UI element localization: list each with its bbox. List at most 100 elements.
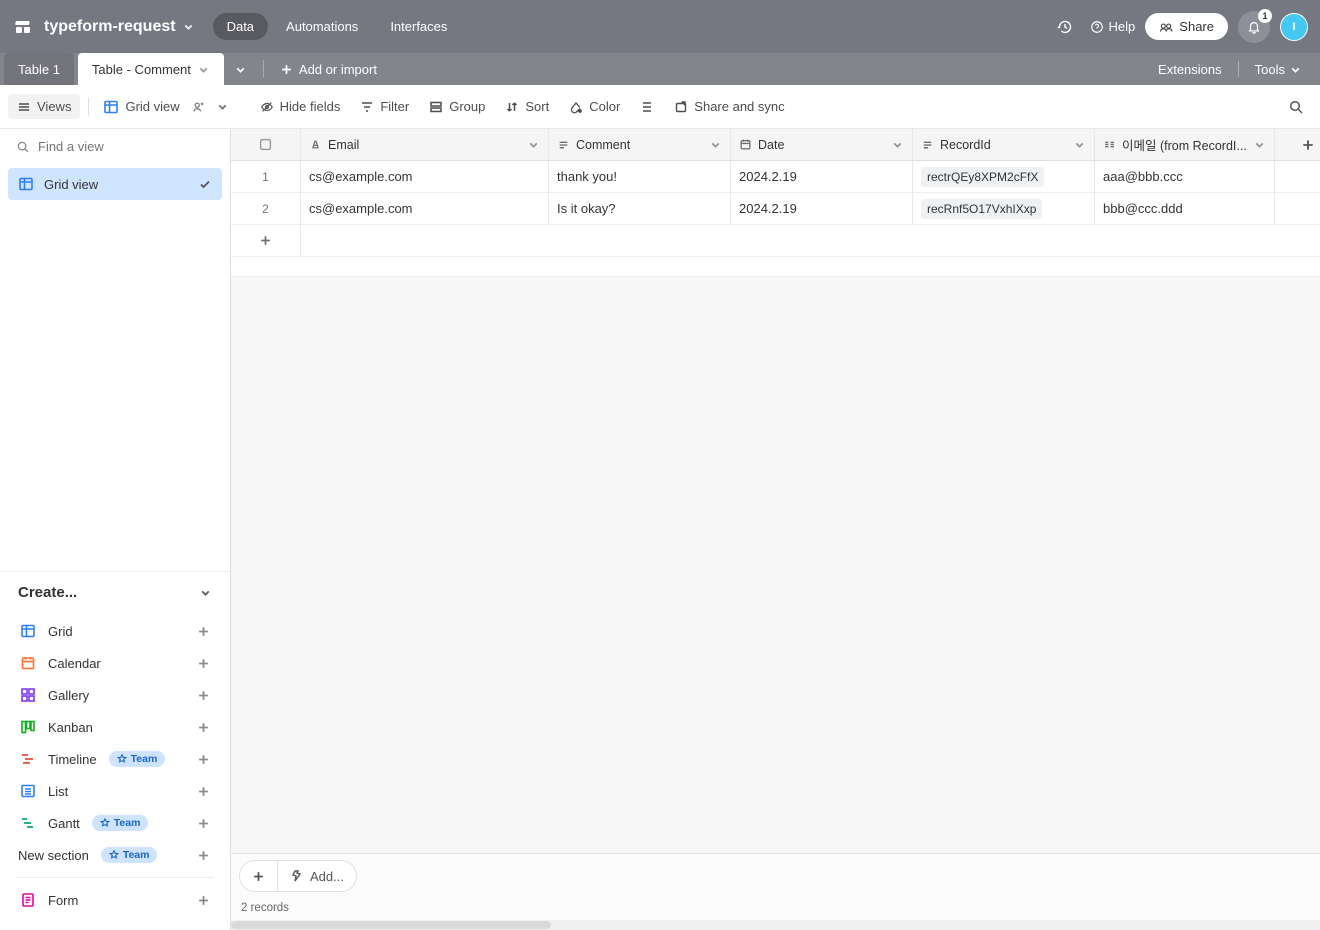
cell-email[interactable]: cs@example.com (301, 193, 549, 224)
create-form[interactable]: Form (18, 884, 212, 916)
sort-button[interactable]: Sort (496, 94, 558, 119)
plus-icon (197, 721, 210, 734)
row-height-button[interactable] (631, 95, 663, 119)
nav-data[interactable]: Data (213, 13, 268, 40)
column-label: Comment (576, 138, 630, 152)
table-row[interactable]: 1 cs@example.com thank you! 2024.2.19 re… (231, 161, 1320, 193)
column-header-date[interactable]: Date (731, 129, 913, 160)
nav-interfaces[interactable]: Interfaces (376, 13, 461, 40)
tab-chevron-icon[interactable] (197, 63, 210, 76)
column-header-email[interactable]: Email (301, 129, 549, 160)
create-item-label: List (48, 784, 68, 799)
view-collab-icon[interactable] (188, 96, 210, 118)
plus-icon[interactable] (231, 225, 301, 256)
column-header-recordid[interactable]: RecordId (913, 129, 1095, 160)
create-gallery[interactable]: Gallery (18, 679, 212, 711)
plus-icon (197, 817, 210, 830)
create-new-section[interactable]: New section Team (18, 839, 212, 871)
chevron-down-icon[interactable] (709, 138, 722, 151)
calendar-icon (20, 655, 36, 671)
create-label: Create... (18, 584, 77, 601)
view-item-label: Grid view (44, 177, 98, 192)
team-badge: Team (92, 815, 149, 831)
add-row[interactable] (231, 225, 1320, 257)
grid-blank (231, 257, 1320, 277)
column-label: Date (758, 138, 784, 152)
create-item-label: Timeline (48, 752, 97, 767)
add-or-import-button[interactable]: Add or import (270, 62, 387, 77)
hide-fields-button[interactable]: Hide fields (251, 94, 350, 119)
cell-comment[interactable]: Is it okay? (549, 193, 731, 224)
help-button[interactable]: Help (1090, 19, 1136, 34)
view-item-grid-view[interactable]: Grid view (8, 168, 222, 200)
table-tab-comment[interactable]: Table - Comment (78, 53, 224, 85)
extensions-button[interactable]: Extensions (1150, 58, 1230, 81)
user-avatar[interactable]: I (1280, 13, 1308, 41)
gallery-icon (20, 687, 36, 703)
views-label: Views (37, 99, 71, 114)
cell-linked-email[interactable]: bbb@ccc.ddd (1095, 193, 1275, 224)
plus-icon (197, 894, 210, 907)
cell-linked-email[interactable]: aaa@bbb.ccc (1095, 161, 1275, 192)
column-header-linked-email[interactable]: 이메일 (from RecordI... (1095, 129, 1275, 160)
chevron-down-icon[interactable] (1073, 138, 1086, 151)
column-header-comment[interactable]: Comment (549, 129, 731, 160)
create-gantt[interactable]: Gantt Team (18, 807, 212, 839)
create-grid[interactable]: Grid (18, 615, 212, 647)
row-number[interactable]: 2 (231, 193, 301, 224)
tools-button[interactable]: Tools (1247, 58, 1310, 81)
top-bar: typeform-request Data Automations Interf… (0, 0, 1320, 53)
table-tabs-row: Table 1 Table - Comment Add or import Ex… (0, 53, 1320, 85)
horizontal-scrollbar[interactable] (231, 920, 1320, 930)
add-row-blank[interactable] (301, 225, 1320, 256)
table-tab-1[interactable]: Table 1 (4, 53, 74, 85)
filter-button[interactable]: Filter (351, 94, 418, 119)
form-icon (20, 892, 36, 908)
plus-icon (197, 785, 210, 798)
share-button[interactable]: Share (1145, 13, 1228, 40)
tabs-dropdown-button[interactable] (224, 63, 257, 76)
cell-recordid[interactable]: rectrQEy8XPM2cFfX (913, 161, 1095, 192)
create-timeline[interactable]: Timeline Team (18, 743, 212, 775)
base-name[interactable]: typeform-request (44, 18, 176, 36)
chevron-down-icon[interactable] (1253, 138, 1266, 151)
base-name-chevron-icon[interactable] (182, 20, 195, 33)
view-chevron-icon[interactable] (212, 96, 233, 117)
current-view-button[interactable]: Grid view (97, 94, 185, 120)
create-calendar[interactable]: Calendar (18, 647, 212, 679)
chevron-down-icon[interactable] (891, 138, 904, 151)
app-logo-icon[interactable] (12, 16, 34, 38)
notifications-button[interactable]: 1 (1238, 11, 1270, 43)
cell-date[interactable]: 2024.2.19 (731, 161, 913, 192)
share-sync-button[interactable]: Share and sync (665, 94, 793, 119)
create-kanban[interactable]: Kanban (18, 711, 212, 743)
group-button[interactable]: Group (420, 94, 494, 119)
views-button[interactable]: Views (8, 94, 80, 119)
history-icon[interactable] (1050, 12, 1080, 42)
create-list[interactable]: List (18, 775, 212, 807)
table-row[interactable]: 2 cs@example.com Is it okay? 2024.2.19 r… (231, 193, 1320, 225)
nav-automations[interactable]: Automations (272, 13, 372, 40)
row-number[interactable]: 1 (231, 161, 301, 192)
kanban-icon (20, 719, 36, 735)
cell-email[interactable]: cs@example.com (301, 161, 549, 192)
create-item-label: Gantt (48, 816, 80, 831)
add-column-button[interactable] (1275, 129, 1320, 160)
scrollbar-thumb[interactable] (231, 921, 551, 929)
footer-add-row-button[interactable] (239, 860, 277, 892)
filter-label: Filter (380, 99, 409, 114)
chevron-down-icon[interactable] (527, 138, 540, 151)
record-pill: recRnf5O17VxhIXxp (921, 199, 1042, 219)
cell-date[interactable]: 2024.2.19 (731, 193, 913, 224)
select-all-column[interactable] (231, 129, 301, 160)
cell-recordid[interactable]: recRnf5O17VxhIXxp (913, 193, 1095, 224)
footer-add-menu-button[interactable]: Add... (277, 860, 357, 892)
find-view-field[interactable] (0, 129, 230, 164)
find-view-input[interactable] (38, 139, 214, 154)
color-button[interactable]: Color (560, 94, 629, 119)
help-label: Help (1109, 19, 1136, 34)
create-item-label: Calendar (48, 656, 101, 671)
cell-comment[interactable]: thank you! (549, 161, 731, 192)
search-button[interactable] (1280, 91, 1312, 123)
create-header[interactable]: Create... (18, 584, 212, 609)
